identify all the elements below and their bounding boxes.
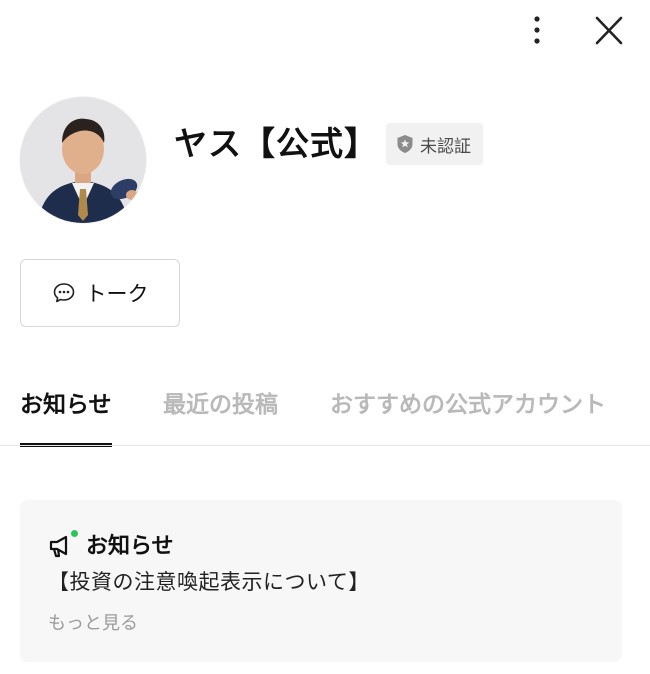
avatar[interactable] <box>20 97 146 223</box>
tab-notices-label: お知らせ <box>20 392 112 418</box>
talk-button-label: トーク <box>85 282 149 306</box>
tab-recent-posts-label: 最近の投稿 <box>163 392 278 418</box>
tab-bar: お知らせ 最近の投稿 おすすめの公式アカウント <box>0 378 650 447</box>
verification-badge-label: 未認証 <box>420 136 471 157</box>
tab-notices[interactable]: お知らせ <box>20 378 112 447</box>
talk-button[interactable]: トーク <box>20 259 180 327</box>
notice-heading: お知らせ <box>86 534 174 559</box>
tab-recommended-accounts[interactable]: おすすめの公式アカウント <box>330 378 606 446</box>
notice-title[interactable]: 【投資の注意喚起表示について】 <box>48 566 370 596</box>
close-icon <box>595 16 623 45</box>
close-button[interactable] <box>590 14 628 48</box>
shield-star-icon <box>397 135 413 153</box>
megaphone-icon <box>48 530 78 558</box>
profile-photo <box>20 97 146 223</box>
unread-dot <box>71 530 78 537</box>
vertical-dots-icon <box>534 16 540 44</box>
tabs-divider <box>0 445 650 446</box>
chat-bubble-icon <box>53 283 74 303</box>
see-more-link[interactable]: もっと見る <box>48 609 138 635</box>
more-options-button[interactable] <box>522 14 552 46</box>
verification-badge[interactable]: 未認証 <box>386 123 483 165</box>
tab-recommended-accounts-label: おすすめの公式アカウント <box>330 392 606 418</box>
notice-card[interactable]: お知らせ 【投資の注意喚起表示について】 もっと見る <box>20 500 622 662</box>
notice-header: お知らせ <box>48 528 174 560</box>
profile-name: ヤス【公式】 <box>174 124 378 163</box>
tab-recent-posts[interactable]: 最近の投稿 <box>163 378 278 446</box>
